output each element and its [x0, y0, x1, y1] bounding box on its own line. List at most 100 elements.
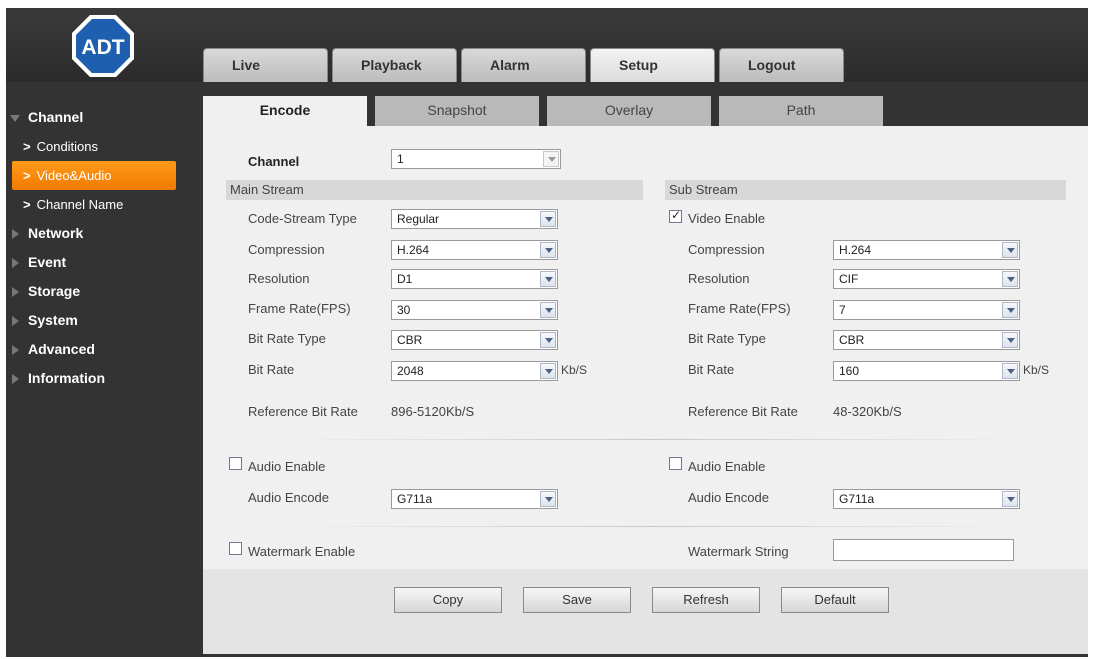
chevron-right-icon: >: [23, 197, 31, 212]
sidebar-item-system[interactable]: System: [6, 306, 202, 335]
sub-bit-rate-label: Bit Rate: [688, 362, 735, 377]
tab-playback[interactable]: Playback: [332, 48, 457, 82]
tab-logout[interactable]: Logout: [719, 48, 844, 82]
tab-encode[interactable]: Encode: [203, 96, 367, 126]
sidebar: Channel > Conditions > Video&Audio > Channe…: [6, 103, 202, 393]
sub-frame-rate-select[interactable]: 7: [833, 300, 1020, 320]
main-bit-rate-select[interactable]: 2048: [391, 361, 558, 381]
dropdown-arrow-icon: [540, 271, 556, 287]
sidebar-subitem-conditions[interactable]: > Conditions: [6, 132, 202, 161]
chevron-right-icon: >: [23, 139, 31, 154]
select-value: G711a: [839, 492, 875, 506]
chevron-right-icon: >: [23, 168, 31, 183]
select-value: 2048: [397, 364, 424, 378]
sub-frame-rate-label: Frame Rate(FPS): [688, 301, 791, 316]
tab-path[interactable]: Path: [719, 96, 883, 126]
main-compression-select[interactable]: H.264: [391, 240, 558, 260]
sidebar-item-information[interactable]: Information: [6, 364, 202, 393]
sidebar-subitem-label: Video&Audio: [36, 168, 112, 183]
watermark-string-input[interactable]: [833, 539, 1014, 561]
collapsed-triangle-icon: [12, 287, 19, 297]
sub-resolution-select[interactable]: CIF: [833, 269, 1020, 289]
sub-bit-rate-type-select[interactable]: CBR: [833, 330, 1020, 350]
app-frame: ADT Live Playback Alarm Setup Logout Cha…: [6, 8, 1088, 657]
sub-bit-rate-unit: Kb/S: [1023, 363, 1050, 377]
default-button[interactable]: Default: [781, 587, 889, 613]
sub-audio-enable-checkbox[interactable]: [669, 457, 682, 470]
main-resolution-select[interactable]: D1: [391, 269, 558, 289]
tab-overlay[interactable]: Overlay: [547, 96, 711, 126]
dropdown-arrow-icon: [1002, 271, 1018, 287]
sub-compression-select[interactable]: H.264: [833, 240, 1020, 260]
sub-audio-encode-label: Audio Encode: [688, 490, 769, 505]
copy-button[interactable]: Copy: [394, 587, 502, 613]
dropdown-arrow-icon: [540, 332, 556, 348]
watermark-enable-checkbox[interactable]: [229, 542, 242, 555]
sidebar-item-label: Advanced: [28, 341, 95, 357]
select-value: H.264: [397, 243, 430, 257]
select-value: 30: [397, 303, 411, 317]
dropdown-arrow-icon: [1002, 332, 1018, 348]
collapsed-triangle-icon: [12, 345, 19, 355]
sidebar-item-advanced[interactable]: Advanced: [6, 335, 202, 364]
sub-audio-encode-select[interactable]: G711a: [833, 489, 1020, 509]
select-value: Regular: [397, 212, 440, 226]
sub-compression-label: Compression: [688, 242, 765, 257]
sidebar-subitem-label: Conditions: [36, 139, 99, 154]
adt-logo: ADT: [72, 15, 134, 77]
sidebar-item-storage[interactable]: Storage: [6, 277, 202, 306]
dropdown-arrow-icon: [1002, 242, 1018, 258]
channel-select[interactable]: 1: [391, 149, 561, 169]
sidebar-item-event[interactable]: Event: [6, 248, 202, 277]
sidebar-item-label: Information: [28, 370, 105, 386]
encode-panel: Channel 1 Main Stream Sub Stream Code-St…: [203, 126, 1088, 654]
sidebar-item-label: Channel: [28, 109, 84, 125]
main-audio-enable-checkbox[interactable]: [229, 457, 242, 470]
main-audio-encode-select[interactable]: G711a: [391, 489, 558, 509]
video-enable-checkbox[interactable]: [669, 208, 682, 223]
dropdown-arrow-icon: [540, 211, 556, 227]
sidebar-subitem-channel-name[interactable]: > Channel Name: [6, 190, 202, 219]
tab-alarm[interactable]: Alarm: [461, 48, 586, 82]
select-value: CBR: [839, 333, 865, 347]
sub-reference-bit-rate-label: Reference Bit Rate: [688, 404, 798, 419]
sidebar-item-network[interactable]: Network: [6, 219, 202, 248]
save-button[interactable]: Save: [523, 587, 631, 613]
code-stream-type-select[interactable]: Regular: [391, 209, 558, 229]
refresh-button[interactable]: Refresh: [652, 587, 760, 613]
select-value: CIF: [839, 272, 859, 286]
select-value: CBR: [397, 333, 423, 347]
collapsed-triangle-icon: [12, 258, 19, 268]
main-reference-bit-rate-label: Reference Bit Rate: [248, 404, 358, 419]
button-bar: Copy Save Refresh Default: [203, 569, 1088, 654]
video-enable-label: Video Enable: [688, 211, 766, 226]
tab-live[interactable]: Live: [203, 48, 328, 82]
sub-bit-rate-select[interactable]: 160: [833, 361, 1020, 381]
sidebar-subitem-video-audio[interactable]: > Video&Audio: [12, 161, 176, 190]
main-stream-header: Main Stream: [226, 180, 643, 200]
select-value: 7: [839, 303, 846, 317]
tab-setup[interactable]: Setup: [590, 48, 715, 82]
dropdown-arrow-icon: [540, 491, 556, 507]
channel-label: Channel: [248, 154, 300, 169]
main-reference-bit-rate-value: 896-5120Kb/S: [391, 404, 475, 419]
sidebar-item-label: Storage: [28, 283, 81, 299]
sub-resolution-label: Resolution: [688, 271, 750, 286]
watermark-string-label: Watermark String: [688, 544, 789, 559]
watermark-enable-label: Watermark Enable: [248, 544, 356, 559]
dropdown-arrow-icon: [540, 242, 556, 258]
sidebar-item-label: Event: [28, 254, 67, 270]
dropdown-arrow-icon: [1002, 363, 1018, 379]
tab-snapshot[interactable]: Snapshot: [375, 96, 539, 126]
sidebar-item-label: System: [28, 312, 78, 328]
main-bit-rate-type-select[interactable]: CBR: [391, 330, 558, 350]
main-bit-rate-unit: Kb/S: [561, 363, 588, 377]
select-value: G711a: [397, 492, 433, 506]
channel-value: 1: [397, 152, 404, 166]
main-audio-encode-label: Audio Encode: [248, 490, 329, 505]
select-value: H.264: [839, 243, 872, 257]
main-frame-rate-select[interactable]: 30: [391, 300, 558, 320]
main-resolution-label: Resolution: [248, 271, 310, 286]
sidebar-item-channel[interactable]: Channel: [6, 103, 202, 132]
sidebar-item-label: Network: [28, 225, 84, 241]
